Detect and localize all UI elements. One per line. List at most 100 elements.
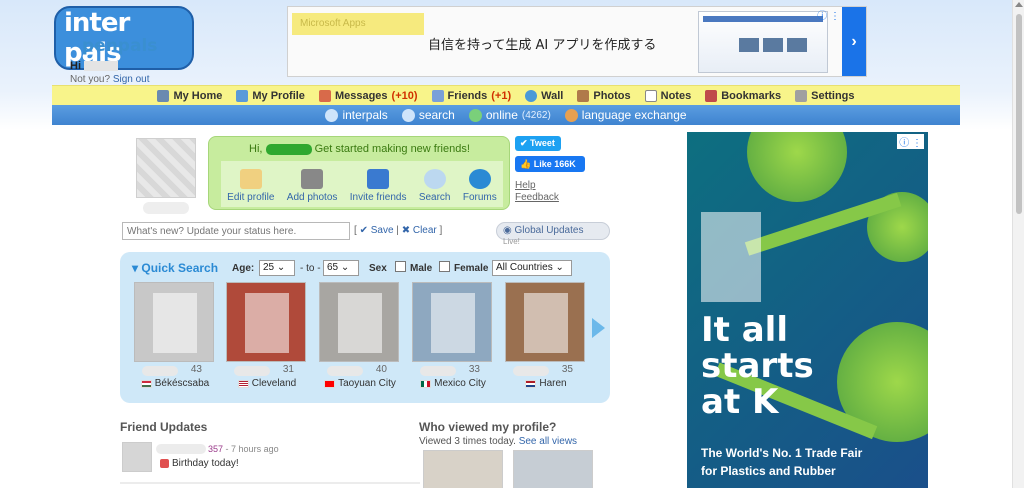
nav-my-home[interactable]: My Home: [157, 89, 222, 102]
search-result-card[interactable]: 35 Haren: [505, 282, 587, 389]
top-advertisement[interactable]: Microsoft Apps 自信を持って生成 AI アプリを作成する ⓘ ⋮ …: [287, 6, 867, 77]
male-checkbox[interactable]: [395, 261, 406, 272]
ad-screenshot-image: [698, 11, 828, 73]
update-time: - 7 hours ago: [225, 444, 279, 454]
global-updates-button[interactable]: ◉ Global Updates Live!: [496, 222, 610, 246]
camera-icon: [301, 169, 324, 189]
bookmark-icon: [705, 89, 718, 102]
nav-settings[interactable]: Settings: [795, 89, 855, 102]
search-result-card[interactable]: 43 Békéscsaba: [134, 282, 216, 389]
welcome-name-redacted: [265, 143, 312, 155]
friend-avatar[interactable]: [122, 442, 152, 472]
ad-headline[interactable]: 自信を持って生成 AI アプリを作成する: [428, 34, 656, 53]
forums-action[interactable]: Forums: [463, 169, 497, 203]
quick-search-title[interactable]: ▾ Quick Search: [132, 261, 218, 275]
add-photos-action[interactable]: Add photos: [287, 169, 337, 203]
male-label: Male: [410, 263, 433, 274]
scrollbar-thumb[interactable]: [1016, 14, 1022, 214]
age-from-select[interactable]: 25 ⌄: [259, 260, 295, 276]
update-text: Birthday today!: [172, 458, 239, 469]
globe-icon: [325, 108, 339, 122]
clear-status-link[interactable]: ✖ Clear: [402, 225, 437, 236]
search-result-card[interactable]: 31 Cleveland: [226, 282, 308, 389]
result-city: Mexico City: [434, 378, 486, 389]
nav-interpals[interactable]: interpals: [325, 108, 388, 122]
site-logo[interactable]: inter pals penpals: [54, 6, 194, 70]
nav-photos[interactable]: Photos: [577, 89, 631, 102]
divider: [120, 482, 420, 484]
country-select[interactable]: All Countries ⌄: [492, 260, 572, 276]
friend-name-suffix[interactable]: 357: [208, 444, 223, 454]
welcome-actions: Edit profile Add photos Invite friends S…: [221, 161, 503, 207]
nav-search[interactable]: search: [401, 108, 455, 122]
page-scrollbar[interactable]: [1012, 0, 1024, 488]
envelope-icon: [318, 89, 331, 102]
search-action[interactable]: Search: [419, 169, 451, 203]
dropdown-arrow-icon: ⌄: [555, 262, 564, 273]
dropdown-arrow-icon: ⌄: [276, 262, 286, 273]
ad-redacted-area: [701, 212, 761, 302]
ad-info-icon[interactable]: ⓘ ⋮: [897, 134, 924, 149]
search-result-card[interactable]: 40 Taoyuan City: [319, 282, 401, 389]
scroll-up-icon[interactable]: [1015, 2, 1023, 7]
invite-icon: [367, 169, 390, 189]
save-status-link[interactable]: ✔ Save: [360, 225, 394, 236]
nav-friends[interactable]: Friends (+1): [431, 89, 512, 102]
ad-tagline-line: for Plastics and Rubber: [701, 464, 836, 478]
result-photo[interactable]: [412, 282, 492, 362]
twitter-icon: ✔: [520, 138, 531, 148]
next-results-arrow-icon[interactable]: [592, 318, 605, 338]
language-icon: [564, 108, 578, 122]
nav-my-profile[interactable]: My Profile: [236, 89, 305, 102]
my-avatar[interactable]: [136, 138, 196, 198]
invite-friends-action[interactable]: Invite friends: [350, 169, 406, 203]
online-count: (4262): [521, 109, 551, 121]
nav-notes[interactable]: Notes: [644, 89, 691, 102]
nav-bookmarks[interactable]: Bookmarks: [705, 89, 781, 102]
viewer-avatar[interactable]: [513, 450, 593, 488]
female-checkbox[interactable]: [439, 261, 450, 272]
sex-label: Sex: [369, 263, 387, 274]
ad-next-button[interactable]: ›: [842, 7, 866, 76]
friend-updates-title: Friend Updates: [120, 420, 208, 434]
usa-flag-icon: [237, 379, 249, 388]
logo-bottom-text: penpals: [82, 36, 158, 56]
result-city: Békéscsaba: [154, 378, 210, 389]
edit-profile-action[interactable]: Edit profile: [227, 169, 274, 203]
result-photo[interactable]: [134, 282, 214, 362]
messages-count: (+10): [391, 89, 418, 102]
nav-online[interactable]: online (4262): [468, 108, 551, 122]
result-name-redacted: [420, 366, 456, 376]
ad-tagline-line: The World's No. 1 Trade Fair: [701, 446, 863, 460]
friend-name-redacted[interactable]: [156, 444, 206, 454]
facebook-like-button[interactable]: 👍 Like 166K: [515, 156, 585, 172]
result-name-redacted: [327, 366, 363, 376]
sign-out-link[interactable]: Sign out: [113, 74, 150, 85]
result-photo[interactable]: [319, 282, 399, 362]
result-photo[interactable]: [226, 282, 306, 362]
feedback-link[interactable]: Feedback: [515, 192, 559, 203]
help-link[interactable]: Help: [515, 180, 536, 191]
side-advertisement[interactable]: It all starts at K The World's No. 1 Tra…: [687, 132, 928, 488]
status-input[interactable]: [122, 222, 350, 240]
netherlands-flag-icon: [525, 379, 537, 388]
my-name-redacted: [143, 202, 189, 214]
friends-count: (+1): [491, 89, 512, 102]
see-all-views-link[interactable]: See all views: [519, 436, 577, 447]
nav-language-exchange[interactable]: language exchange: [564, 108, 687, 122]
thumbs-up-icon: 👍: [520, 159, 534, 169]
nav-messages[interactable]: Messages (+10): [318, 89, 418, 102]
magnifier-icon: [423, 169, 446, 189]
tweet-button[interactable]: ✔ Tweet: [515, 136, 561, 151]
age-to-label: - to -: [300, 263, 321, 274]
ad-info-icon[interactable]: ⓘ ⋮: [817, 7, 840, 22]
dropdown-arrow-icon: ⌄: [340, 262, 350, 273]
nav-wall[interactable]: Wall: [525, 89, 563, 102]
search-result-card[interactable]: 33 Mexico City: [412, 282, 494, 389]
age-to-select[interactable]: 65 ⌄: [323, 260, 359, 276]
result-name-redacted: [234, 366, 270, 376]
x-icon: ✖: [401, 225, 413, 236]
result-city: Haren: [539, 378, 567, 389]
result-photo[interactable]: [505, 282, 585, 362]
viewer-avatar[interactable]: [423, 450, 503, 488]
